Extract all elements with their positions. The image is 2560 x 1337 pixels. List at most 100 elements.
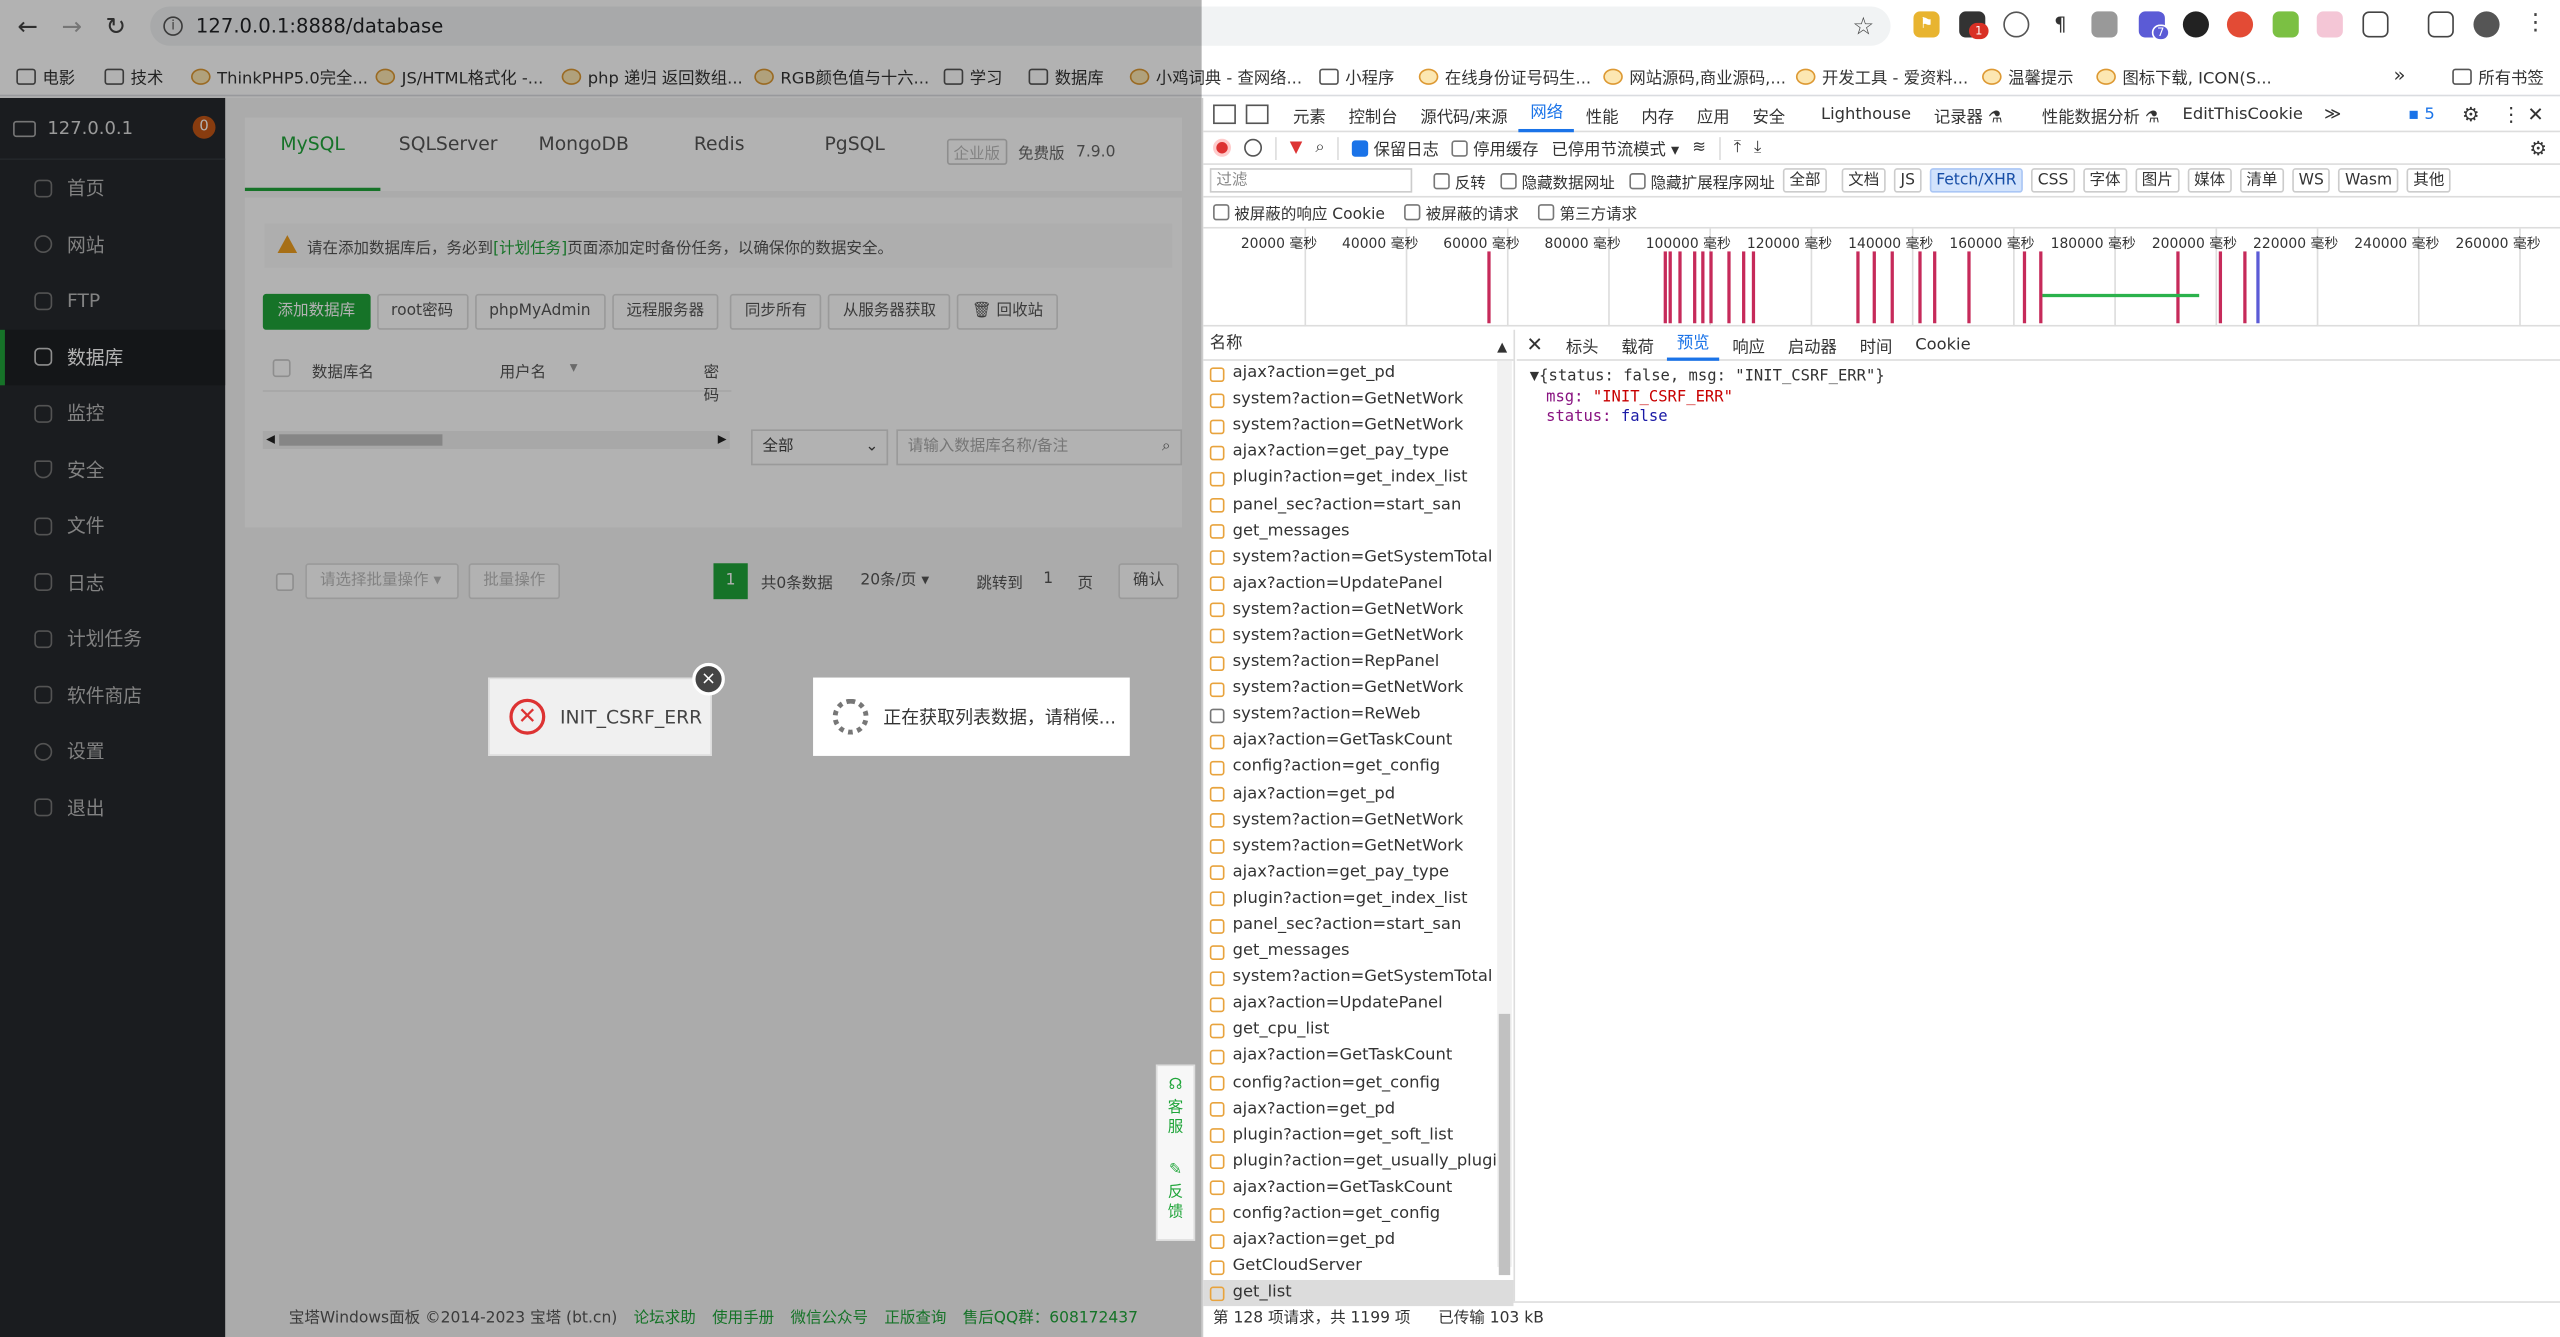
tab-elements[interactable]: 元素: [1282, 102, 1338, 127]
request-row[interactable]: system?action=GetSystemTotal: [1203, 965, 1513, 991]
close-devtools-icon[interactable]: ✕: [2527, 103, 2543, 126]
hide-ext-urls-checkbox[interactable]: 隐藏扩展程序网址: [1629, 169, 1775, 192]
request-row[interactable]: ajax?action=UpdatePanel: [1203, 571, 1513, 597]
tab-sources[interactable]: 源代码/来源: [1409, 102, 1519, 127]
request-row[interactable]: GetCloudServer: [1203, 1254, 1513, 1280]
extension-icon[interactable]: [2003, 11, 2030, 38]
expand-arrow-icon[interactable]: ▼: [1530, 367, 1539, 385]
request-row[interactable]: config?action=get_config: [1203, 1070, 1513, 1096]
avatar[interactable]: [2473, 11, 2500, 38]
type-pill-media[interactable]: 媒体: [2187, 168, 2232, 193]
request-row[interactable]: config?action=get_config: [1203, 755, 1513, 781]
request-row[interactable]: plugin?action=get_index_list: [1203, 466, 1513, 492]
issues-counter[interactable]: ▪ 5: [2408, 105, 2435, 123]
request-row[interactable]: get_messages: [1203, 939, 1513, 965]
request-row[interactable]: system?action=GetNetWork: [1203, 387, 1513, 413]
bookmark-item[interactable]: 开发工具 - 爱资料...: [1795, 64, 1968, 88]
network-timeline[interactable]: 20000 毫秒 40000 毫秒 60000 毫秒 80000 毫秒 100000 毫…: [1203, 228, 2560, 327]
tab-performance-insights[interactable]: 性能数据分析 ⚗: [2030, 102, 2171, 127]
tab-network[interactable]: 网络: [1518, 97, 1575, 132]
request-row[interactable]: ajax?action=GetTaskCount: [1203, 729, 1513, 755]
extensions-puzzle-icon[interactable]: [2362, 11, 2389, 38]
request-row[interactable]: ajax?action=get_pay_type: [1203, 440, 1513, 466]
type-pill-manifest[interactable]: 清单: [2239, 168, 2284, 193]
json-root[interactable]: ▼{status: false, msg: "INIT_CSRF_ERR"}: [1530, 367, 2549, 387]
request-row[interactable]: plugin?action=get_soft_list: [1203, 1123, 1513, 1149]
request-row[interactable]: plugin?action=get_index_list: [1203, 886, 1513, 912]
request-row[interactable]: system?action=RepPanel: [1203, 650, 1513, 676]
bookmark-item[interactable]: 小程序: [1319, 64, 1394, 88]
type-pill-fetch[interactable]: Fetch/XHR: [1929, 168, 2024, 193]
request-row[interactable]: get_cpu_list: [1203, 1018, 1513, 1044]
extension-icon[interactable]: [2182, 11, 2209, 38]
request-row[interactable]: config?action=get_config: [1203, 1202, 1513, 1228]
type-pill-css[interactable]: CSS: [2031, 168, 2075, 193]
type-pill-js[interactable]: JS: [1894, 168, 1922, 193]
scroll-thumb[interactable]: [1498, 1013, 1511, 1276]
type-pill-all[interactable]: 全部: [1782, 168, 1828, 193]
filter-icon[interactable]: ▼: [1290, 139, 1303, 157]
request-row[interactable]: get_messages: [1203, 518, 1513, 544]
type-pill-doc[interactable]: 文档: [1841, 168, 1886, 193]
request-row[interactable]: ajax?action=get_pd: [1203, 1097, 1513, 1123]
request-row[interactable]: panel_sec?action=start_san: [1203, 492, 1513, 518]
tab-preview[interactable]: 预览: [1667, 329, 1720, 360]
record-icon[interactable]: [1213, 138, 1232, 157]
tab-console[interactable]: 控制台: [1337, 102, 1409, 127]
request-list-header[interactable]: 名称 ▲: [1203, 330, 1514, 362]
side-panel-icon[interactable]: [2427, 11, 2454, 38]
preserve-log-checkbox[interactable]: 保留日志: [1352, 136, 1439, 160]
request-row[interactable]: system?action=GetNetWork: [1203, 413, 1513, 439]
bookmark-item[interactable]: 网站源码,商业源码,...: [1603, 64, 1786, 88]
bookmark-item[interactable]: 图标下载, ICON(S...: [2096, 64, 2272, 88]
tab-memory[interactable]: 内存: [1630, 102, 1686, 127]
throttle-select[interactable]: 已停用节流模式 ▾: [1552, 136, 1680, 160]
extension-icon[interactable]: [2316, 11, 2343, 38]
tab-response[interactable]: 响应: [1723, 332, 1775, 357]
more-bookmarks-icon[interactable]: »: [2393, 64, 2405, 87]
tab-payload[interactable]: 载荷: [1612, 332, 1664, 357]
tab-application[interactable]: 应用: [1686, 102, 1742, 127]
request-row[interactable]: ajax?action=get_pd: [1203, 1228, 1513, 1254]
tab-timing[interactable]: 时间: [1850, 332, 1902, 357]
inspect-icon[interactable]: [1213, 104, 1236, 125]
request-row[interactable]: plugin?action=get_usually_plugin: [1203, 1149, 1513, 1175]
bookmark-item[interactable]: 在线身份证号码生...: [1418, 64, 1591, 88]
tab-recorder[interactable]: 记录器 ⚗: [1922, 102, 2014, 127]
extension-icon[interactable]: [2272, 11, 2299, 38]
type-pill-other[interactable]: 其他: [2406, 168, 2451, 193]
close-icon[interactable]: ×: [692, 662, 725, 696]
hide-data-urls-checkbox[interactable]: 隐藏数据网址: [1500, 169, 1615, 192]
device-toggle-icon[interactable]: [1245, 104, 1269, 125]
all-bookmarks[interactable]: 所有书签: [2452, 64, 2544, 88]
disable-cache-checkbox[interactable]: 停用缓存: [1451, 136, 1538, 160]
request-row[interactable]: ajax?action=GetTaskCount: [1203, 1175, 1513, 1201]
request-row[interactable]: panel_sec?action=start_san: [1203, 913, 1513, 939]
tab-lighthouse[interactable]: Lighthouse: [1810, 105, 1923, 123]
blocked-cookies-checkbox[interactable]: 被屏蔽的响应 Cookie: [1213, 201, 1385, 224]
request-row[interactable]: ajax?action=get_pd: [1203, 361, 1513, 387]
request-row[interactable]: system?action=GetNetWork: [1203, 834, 1513, 860]
type-pill-ws[interactable]: WS: [2292, 168, 2331, 193]
request-row[interactable]: ajax?action=UpdatePanel: [1203, 991, 1513, 1017]
request-row[interactable]: system?action=GetSystemTotal: [1203, 545, 1513, 571]
type-pill-font[interactable]: 字体: [2083, 168, 2128, 193]
more-icon[interactable]: ⋮: [2501, 103, 2521, 126]
request-row[interactable]: system?action=GetNetWork: [1203, 807, 1513, 833]
extension-icon[interactable]: ⚑: [1913, 11, 1940, 38]
request-row[interactable]: ajax?action=get_pay_type: [1203, 860, 1513, 886]
pilcrow-extension-icon[interactable]: ¶: [2047, 11, 2074, 38]
upload-icon[interactable]: ⤒: [1734, 139, 1741, 157]
bookmark-star-icon[interactable]: ☆: [1852, 11, 1874, 40]
tab-headers[interactable]: 标头: [1556, 332, 1608, 357]
sort-icon[interactable]: ▲: [1497, 333, 1507, 362]
download-icon[interactable]: ⤓: [1754, 139, 1761, 157]
tab-initiator[interactable]: 启动器: [1778, 332, 1847, 357]
type-pill-wasm[interactable]: Wasm: [2338, 168, 2399, 193]
menu-icon[interactable]: ⋮: [2524, 10, 2547, 36]
request-row[interactable]: system?action=GetNetWork: [1203, 676, 1513, 702]
request-row[interactable]: system?action=GetNetWork: [1203, 624, 1513, 650]
request-row[interactable]: ajax?action=GetTaskCount: [1203, 1044, 1513, 1070]
gear-icon[interactable]: ⚙: [2462, 103, 2480, 126]
customer-service-widget[interactable]: ☊ 客服 ✎ 反馈: [1155, 1064, 1196, 1241]
